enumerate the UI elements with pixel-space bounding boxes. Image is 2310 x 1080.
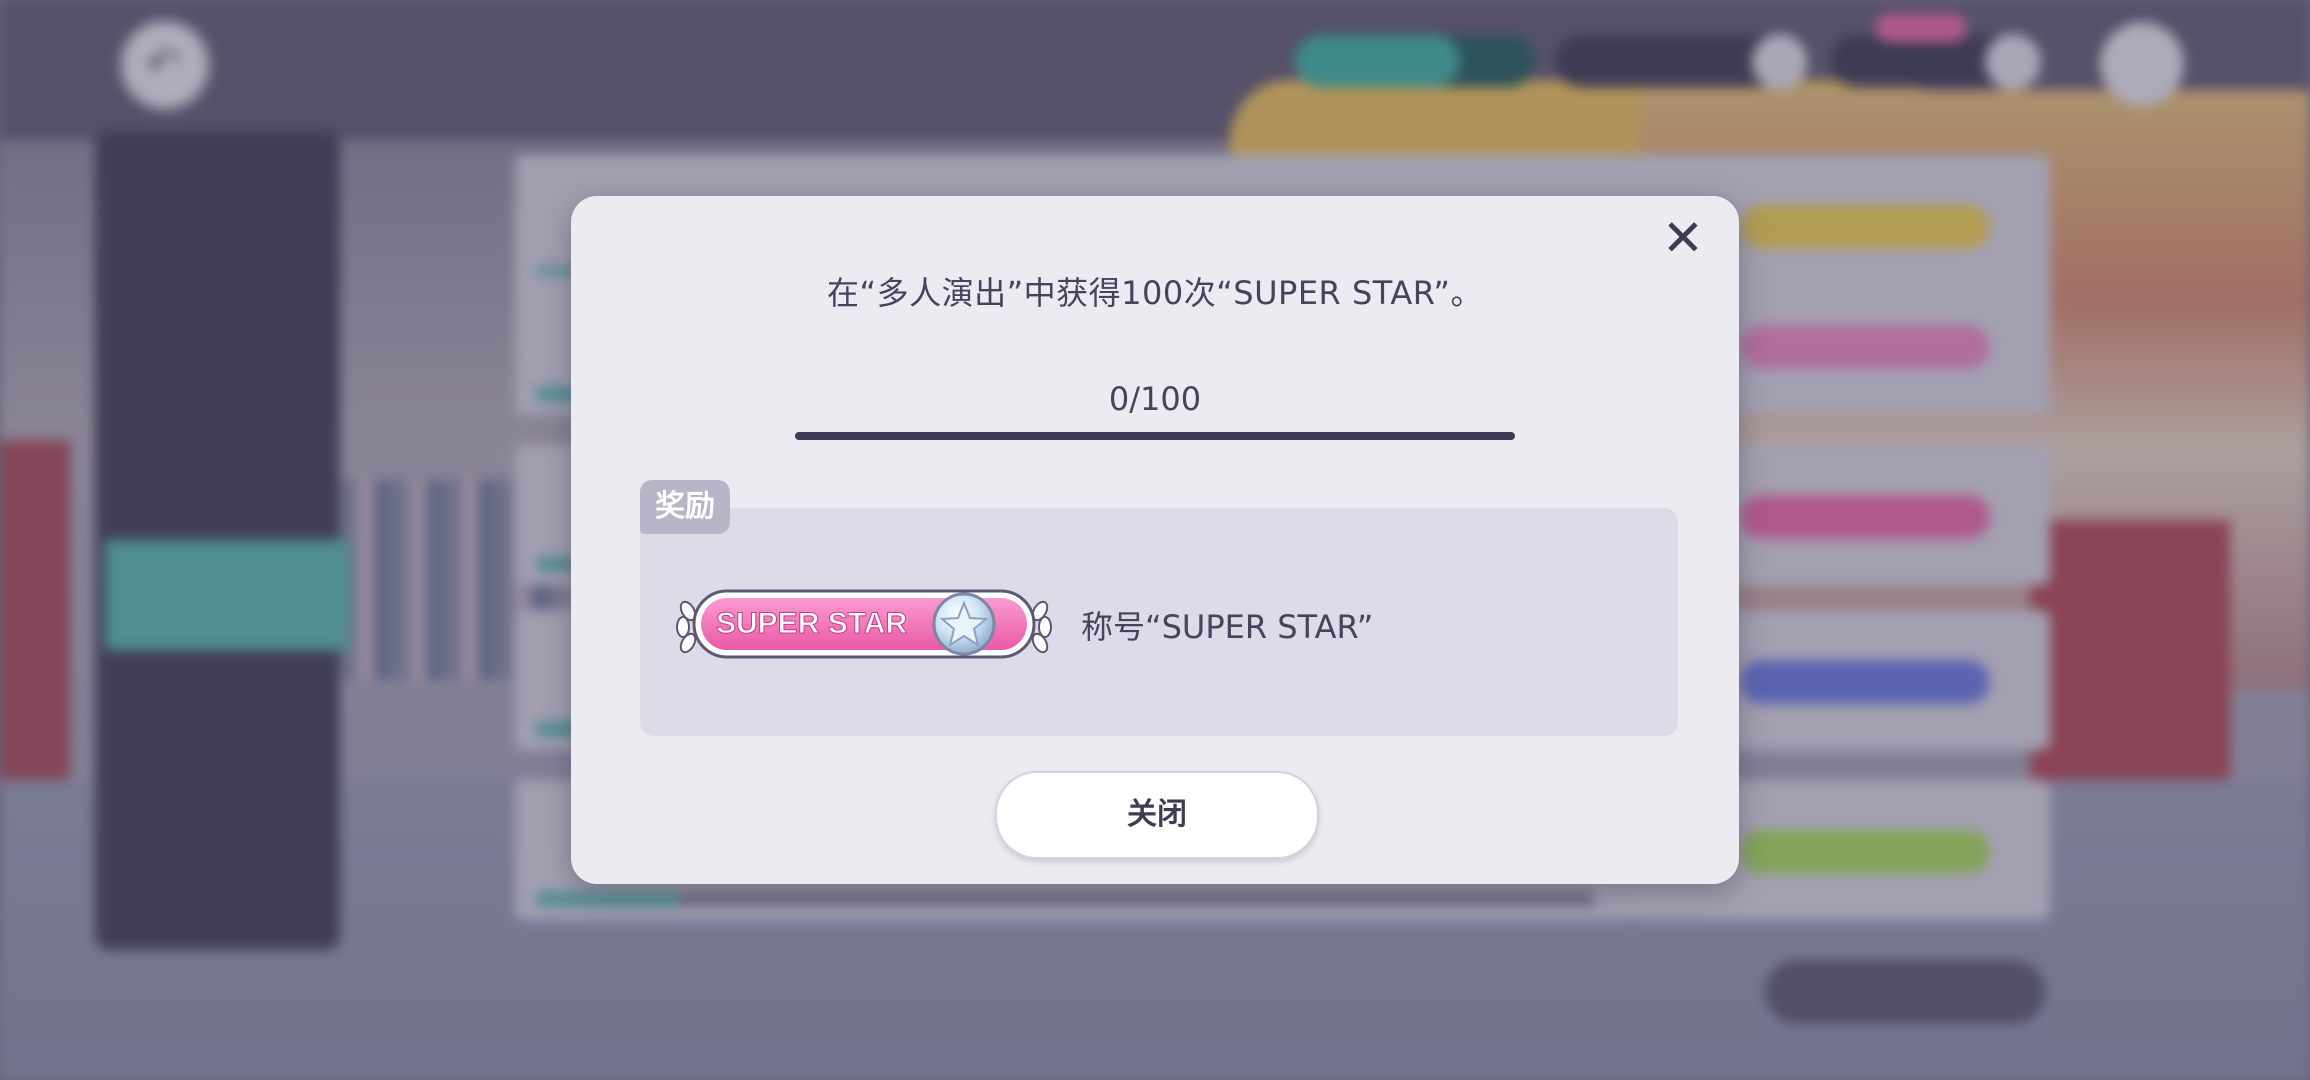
mission-description: 在“多人演出”中获得100次“SUPER STAR”。 xyxy=(826,274,1483,312)
progress-bar xyxy=(795,432,1515,440)
progress-count: 0/100 xyxy=(1108,380,1202,418)
title-badge-image: SUPER STAR xyxy=(676,589,1052,659)
reward-name: 称号“SUPER STAR” xyxy=(1081,608,1374,646)
close-icon[interactable]: ✕ xyxy=(1655,210,1711,266)
mission-detail-dialog: ✕ 在“多人演出”中获得100次“SUPER STAR”。 0/100 奖励 S… xyxy=(571,196,1739,884)
title-badge-text: SUPER STAR xyxy=(716,607,907,640)
reward-label: 奖励 xyxy=(640,480,730,534)
close-button[interactable]: 关闭 xyxy=(995,771,1319,859)
